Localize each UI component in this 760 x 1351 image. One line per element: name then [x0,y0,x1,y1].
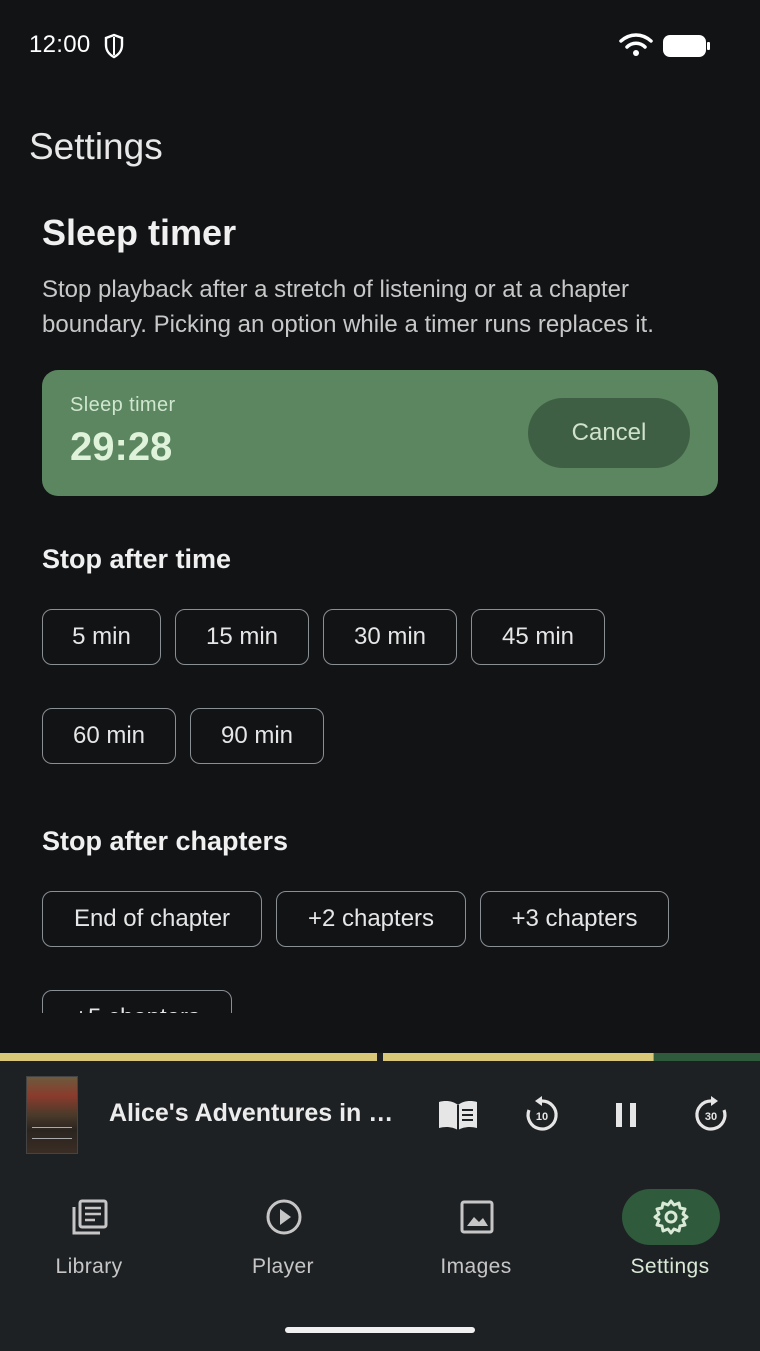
nav-label-library: Library [55,1255,123,1278]
chip-end-of-chapter[interactable]: End of chapter [42,891,262,947]
nav-label-settings: Settings [630,1255,710,1278]
home-indicator[interactable] [285,1327,475,1333]
play-circle-icon [235,1189,333,1245]
cancel-timer-button[interactable]: Cancel [528,398,690,468]
stop-after-chapters-title: Stop after chapters [42,826,289,856]
forward-seconds-label: 30 [705,1111,717,1123]
chip-5-chapters[interactable]: +5 chapters [42,990,232,1013]
status-time: 12:00 [29,31,91,58]
chip-5-min[interactable]: 5 min [42,609,161,665]
rewind-seconds-label: 10 [536,1111,548,1123]
sleep-timer-description: Stop playback after a stretch of listeni… [42,276,654,338]
now-playing-title[interactable]: Alice's Adventures in Wo... [109,1099,409,1128]
shield-icon [104,33,124,59]
progress-fill [0,1053,654,1061]
nav-label-images: Images [440,1255,512,1278]
sleep-timer-card: Sleep timer 29:28 Cancel [42,370,718,496]
page-title: Settings [29,126,163,167]
nav-item-library[interactable]: Library [14,1189,164,1309]
chip-2-chapters[interactable]: +2 chapters [276,891,466,947]
timer-card-label: Sleep timer [70,394,176,416]
chip-90-min[interactable]: 90 min [190,708,324,764]
settings-content[interactable]: Sleep timer Stop playback after a stretc… [0,190,760,1013]
battery-icon [663,35,710,57]
book-icon[interactable] [434,1091,482,1139]
chip-3-chapters[interactable]: +3 chapters [480,891,669,947]
nav-item-images[interactable]: Images [401,1189,551,1309]
rewind-10-icon[interactable]: 10 [518,1091,566,1139]
book-cover[interactable] [26,1076,78,1154]
playback-progress-bar[interactable] [0,1053,760,1061]
sleep-timer-title: Sleep timer [42,212,237,253]
status-bar: 12:00 [0,0,760,90]
cover-art-detail [32,1127,72,1139]
bottom-navigation: Library Player Images Settings [0,1169,760,1351]
stop-after-time-title: Stop after time [42,544,232,574]
chip-30-min[interactable]: 30 min [323,609,457,665]
forward-30-icon[interactable]: 30 [687,1091,735,1139]
nav-item-player[interactable]: Player [208,1189,358,1309]
library-icon [41,1189,139,1245]
chip-45-min[interactable]: 45 min [471,609,605,665]
nav-item-settings[interactable]: Settings [595,1189,745,1309]
gear-icon [622,1189,720,1245]
chip-15-min[interactable]: 15 min [175,609,309,665]
nav-label-player: Player [252,1255,314,1278]
pause-icon[interactable] [602,1091,650,1139]
timer-remaining: 29:28 [70,425,173,469]
chip-60-min[interactable]: 60 min [42,708,176,764]
image-icon [428,1189,526,1245]
wifi-icon [619,33,653,56]
mini-player[interactable]: Alice's Adventures in Wo... 10 30 [0,1061,760,1169]
